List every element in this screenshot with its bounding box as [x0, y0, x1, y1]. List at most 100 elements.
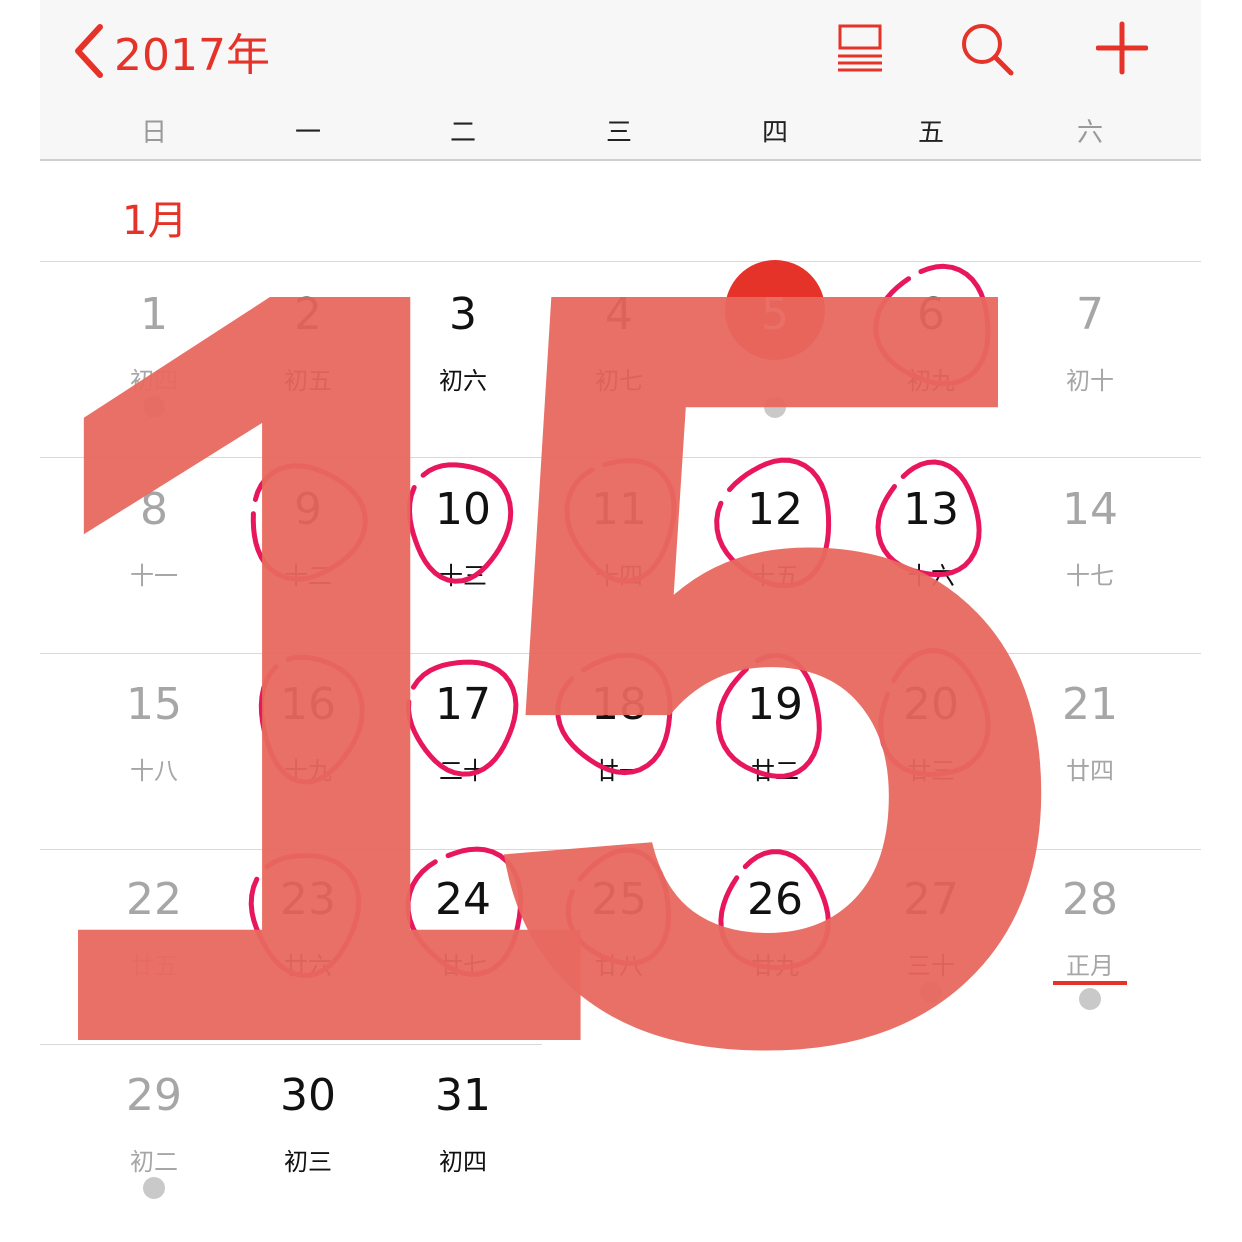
- lunar-date: 三十: [907, 952, 955, 980]
- day-cell[interactable]: 22 廿五: [89, 870, 219, 1040]
- lunar-date: 廿三: [907, 757, 955, 785]
- weekday-header-row: 日一二三四五六: [40, 112, 1201, 156]
- lunar-date: 廿四: [1066, 757, 1114, 785]
- weekday-label: 三: [605, 118, 632, 148]
- day-number: 7: [1076, 289, 1104, 340]
- day-cell[interactable]: 20 廿三: [866, 675, 996, 845]
- lunar-date: 初四: [130, 367, 178, 395]
- day-cell[interactable]: 21 廿四: [1025, 675, 1155, 845]
- week-row-separator: [40, 849, 1201, 850]
- list-view-icon[interactable]: [836, 20, 884, 72]
- chevron-left-icon: [75, 24, 103, 78]
- lunar-date: 廿八: [595, 952, 643, 980]
- lunar-date: 初十: [1066, 367, 1114, 395]
- day-number: 24: [435, 874, 491, 925]
- day-number: 13: [903, 484, 959, 535]
- day-cell[interactable]: 14 十七: [1025, 480, 1155, 650]
- lunar-date: 初三: [284, 1148, 332, 1176]
- event-dot: [920, 981, 942, 1003]
- day-cell[interactable]: 16 十九: [243, 675, 373, 845]
- day-number: 5: [761, 289, 789, 340]
- day-number: 14: [1062, 484, 1118, 535]
- event-dot: [1079, 988, 1101, 1010]
- day-number: 17: [435, 679, 491, 730]
- day-cell[interactable]: 25 廿八: [554, 870, 684, 1040]
- day-cell[interactable]: 23 廿六: [243, 870, 373, 1040]
- weekday-label: 二: [449, 118, 476, 148]
- day-number: 28: [1062, 874, 1118, 925]
- day-number: 18: [591, 679, 647, 730]
- day-number: 4: [605, 289, 633, 340]
- day-cell[interactable]: 2 初五: [243, 285, 373, 455]
- day-cell[interactable]: 29 初二: [89, 1066, 219, 1236]
- week-row-separator: [40, 653, 1201, 654]
- search-icon[interactable]: [958, 20, 1016, 78]
- day-cell[interactable]: 8 十一: [89, 480, 219, 650]
- day-cell-today[interactable]: 5 初八: [710, 260, 840, 455]
- navigation-bar: 2017年 日 一 二 三 四 五 六: [40, 0, 1201, 161]
- day-cell[interactable]: 13 十六: [866, 480, 996, 650]
- day-cell[interactable]: 4 初七: [554, 285, 684, 455]
- day-cell[interactable]: 26 廿九: [710, 870, 840, 1040]
- day-cell[interactable]: 10 十三: [398, 480, 528, 650]
- week-row-separator: [40, 261, 1201, 262]
- lunar-date: 初二: [130, 1148, 178, 1176]
- day-cell[interactable]: 19 廿二: [710, 675, 840, 845]
- lunar-date: 廿六: [284, 952, 332, 980]
- day-cell[interactable]: 11 十四: [554, 480, 684, 650]
- day-number: 31: [435, 1070, 491, 1121]
- month-label: 1月: [122, 198, 188, 244]
- day-cell[interactable]: 6 初九: [866, 285, 996, 455]
- week-row-separator: [40, 457, 1201, 458]
- lunar-date: 十二: [284, 562, 332, 590]
- lunar-date: 初五: [284, 367, 332, 395]
- lunar-date: 十七: [1066, 562, 1114, 590]
- weekday-label: 六: [1076, 118, 1103, 148]
- day-number: 30: [280, 1070, 336, 1121]
- lunar-date: 正月: [1066, 952, 1114, 980]
- lunar-date: 廿二: [751, 757, 799, 785]
- day-cell[interactable]: 18 廿一: [554, 675, 684, 845]
- day-number: 29: [126, 1070, 182, 1121]
- day-cell[interactable]: 27 三十: [866, 870, 996, 1040]
- weekday-label: 一: [294, 118, 321, 148]
- lunar-date: 十八: [130, 757, 178, 785]
- lunar-date: 初八: [751, 367, 799, 395]
- week-row-separator: [40, 1044, 542, 1045]
- day-number: 12: [747, 484, 803, 535]
- plus-icon[interactable]: [1096, 20, 1148, 76]
- calendar-app: 2017年 日 一 二 三 四 五 六 1月 1 初四 2 初五 3 初六 4 初七 5 初八 6 初九 7 初十 8 十…: [40, 0, 1201, 1242]
- day-number: 15: [126, 679, 182, 730]
- lunar-date: 十三: [439, 562, 487, 590]
- lunar-date: 初七: [595, 367, 643, 395]
- day-cell[interactable]: 7 初十: [1025, 285, 1155, 455]
- day-number: 8: [140, 484, 168, 535]
- day-cell[interactable]: 24 廿七: [398, 870, 528, 1040]
- lunar-date: 初九: [907, 367, 955, 395]
- day-cell[interactable]: 9 十二: [243, 480, 373, 650]
- back-to-year-button[interactable]: 2017年: [70, 18, 270, 84]
- day-number: 3: [449, 289, 477, 340]
- day-cell[interactable]: 1 初四: [89, 285, 219, 455]
- holiday-underline: [1053, 981, 1127, 985]
- event-dot: [764, 396, 786, 418]
- day-cell[interactable]: 3 初六: [398, 285, 528, 455]
- day-number: 9: [294, 484, 322, 535]
- day-cell[interactable]: 15 十八: [89, 675, 219, 845]
- day-number: 26: [747, 874, 803, 925]
- lunar-date: 廿一: [595, 757, 643, 785]
- weekday-label: 四: [761, 118, 788, 148]
- lunar-date: 十六: [907, 562, 955, 590]
- lunar-date: 廿七: [439, 952, 487, 980]
- day-cell[interactable]: 17 二十: [398, 675, 528, 845]
- day-cell[interactable]: 31 初四: [398, 1066, 528, 1236]
- event-dot: [143, 1177, 165, 1199]
- event-dot: [143, 396, 165, 418]
- day-number: 16: [280, 679, 336, 730]
- lunar-date: 十四: [595, 562, 643, 590]
- day-cell[interactable]: 28 正月: [1025, 870, 1155, 1040]
- weekday-label: 日: [140, 118, 167, 148]
- day-cell[interactable]: 30 初三: [243, 1066, 373, 1236]
- day-cell[interactable]: 12 十五: [710, 480, 840, 650]
- lunar-date: 十五: [751, 562, 799, 590]
